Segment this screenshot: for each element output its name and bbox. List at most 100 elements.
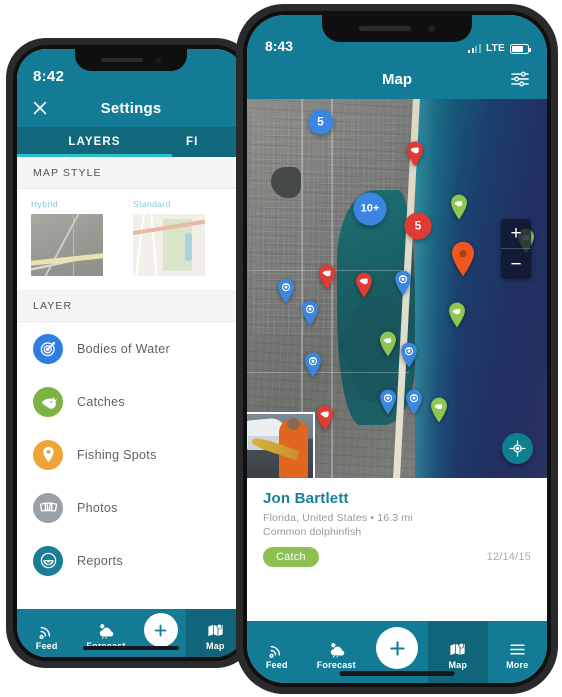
map-cluster-badge[interactable]: 5 [308, 109, 333, 135]
map-cluster-badge[interactable]: 10+ [353, 192, 387, 226]
nav-item-feed[interactable]: Feed [17, 609, 76, 657]
layer-list: Bodies of Water Catches Fishing Spots Ph… [17, 322, 245, 587]
status-badge: Catch [263, 547, 319, 567]
layer-item-fishing-spots[interactable]: Fishing Spots [17, 428, 245, 481]
map-style-hybrid-label: Hybrid [31, 199, 58, 209]
layer-label: Bodies of Water [77, 341, 170, 356]
status-indicators: LTE [468, 43, 531, 54]
layer-label: Reports [77, 553, 123, 568]
tab-layers[interactable]: LAYERS [17, 127, 172, 157]
map-pin-red[interactable] [355, 272, 374, 298]
nav-label: Map [206, 641, 225, 651]
catch-photo-thumbnail[interactable] [247, 412, 315, 478]
map-pin-blue[interactable] [277, 278, 296, 304]
home-indicator [83, 646, 179, 650]
map-style-standard-label: Standard [133, 199, 171, 209]
map-pin-blue[interactable] [404, 389, 423, 415]
layer-item-reports[interactable]: Reports [17, 534, 245, 587]
layer-section-header: LAYER [17, 290, 245, 322]
close-icon[interactable] [29, 97, 51, 119]
catch-location: Florida, United States • 16.3 mi [263, 512, 413, 524]
zoom-in-button[interactable]: + [501, 219, 531, 249]
map-pin-green[interactable] [449, 194, 468, 220]
earpiece-speaker [100, 58, 143, 62]
screenshot-stage: 8:42 Settings LAYERS FI MAP STYLE Hybrid… [0, 0, 562, 697]
tab-fi[interactable]: FI [172, 127, 245, 157]
map-lake [271, 167, 301, 198]
catch-meta-row: Catch 12/14/15 [263, 547, 531, 567]
battery-icon [510, 43, 531, 54]
layer-item-photos[interactable]: Photos [17, 481, 245, 534]
front-camera [426, 24, 436, 33]
map-view[interactable]: 5 10+ 5 + − [247, 99, 547, 478]
map-pin-blue[interactable] [400, 342, 419, 368]
status-time: 8:42 [33, 68, 65, 85]
reports-icon [33, 545, 63, 576]
filter-sliders-icon[interactable] [509, 68, 531, 90]
left-phone-notch [75, 49, 187, 71]
catch-date: 12/14/15 [486, 551, 531, 563]
locate-crosshair-icon[interactable] [502, 433, 533, 464]
map-pin-red[interactable] [316, 405, 335, 431]
layer-label: Fishing Spots [77, 447, 157, 462]
map-pin-blue[interactable] [394, 270, 413, 296]
left-navigation-bar: Settings [17, 89, 245, 127]
home-indicator [339, 671, 455, 676]
add-button[interactable] [143, 613, 178, 647]
map-style-hybrid[interactable]: Hybrid [31, 199, 103, 276]
map-style-standard[interactable]: Standard [133, 199, 205, 276]
layer-item-bodies-of-water[interactable]: Bodies of Water [17, 322, 245, 375]
angler-name: Jon Bartlett [263, 490, 349, 507]
earpiece-speaker [358, 26, 411, 31]
layer-label: Catches [77, 394, 125, 409]
right-phone-bezel: 8:43 LTE Map 5 10+ 5 + − Jon Bartlett Fl… [243, 11, 551, 687]
map-zoom-controls[interactable]: + − [501, 219, 531, 279]
nav-label: Map [448, 660, 468, 670]
right-phone-device: 8:43 LTE Map 5 10+ 5 + − Jon Bartlett Fl… [236, 4, 558, 694]
map-style-hybrid-thumbnail [31, 214, 103, 276]
layer-label: Photos [77, 500, 118, 515]
signal-bars-icon [468, 44, 481, 53]
map-pin-orange[interactable] [450, 241, 476, 277]
nav-label: Feed [265, 660, 288, 670]
catch-detail-card[interactable]: Jon Bartlett Florida, United States • 16… [247, 478, 547, 577]
bodies-of-water-icon [33, 333, 63, 364]
nav-item-more[interactable]: More [488, 621, 548, 683]
nav-label: Feed [35, 641, 58, 651]
add-button[interactable] [376, 627, 418, 669]
nav-label: Forecast [316, 660, 356, 670]
map-pin-icon [33, 439, 63, 470]
nav-item-feed[interactable]: Feed [247, 621, 307, 683]
left-phone-device: 8:42 Settings LAYERS FI MAP STYLE Hybrid… [6, 38, 256, 668]
map-pin-red[interactable] [406, 141, 425, 167]
left-phone-bezel: 8:42 Settings LAYERS FI MAP STYLE Hybrid… [13, 45, 249, 661]
carrier-label: LTE [485, 43, 505, 54]
map-pin-green[interactable] [430, 397, 449, 423]
catch-species: Common dolphinfish [263, 526, 362, 538]
page-title: Settings [100, 99, 162, 117]
photos-icon [33, 492, 63, 523]
map-pin-green[interactable] [448, 302, 467, 328]
map-pin-blue[interactable] [304, 352, 323, 378]
map-pin-blue[interactable] [301, 300, 320, 326]
left-phone-screen: 8:42 Settings LAYERS FI MAP STYLE Hybrid… [17, 49, 245, 657]
page-title: Map [382, 70, 412, 88]
front-camera [154, 56, 162, 64]
right-phone-screen: 8:43 LTE Map 5 10+ 5 + − Jon Bartlett Fl… [247, 15, 547, 683]
status-time: 8:43 [265, 38, 294, 54]
map-style-section-header: MAP STYLE [17, 157, 245, 189]
fish-hook-icon [33, 386, 63, 417]
map-style-standard-thumbnail [133, 214, 205, 276]
layer-item-catches[interactable]: Catches [17, 375, 245, 428]
right-navigation-bar: Map [247, 59, 547, 99]
settings-tab-bar: LAYERS FI [17, 127, 245, 157]
map-pin-green[interactable] [379, 331, 398, 357]
map-pin-red[interactable] [317, 264, 336, 290]
map-road [247, 371, 409, 374]
map-pin-blue[interactable] [379, 389, 398, 415]
zoom-out-button[interactable]: − [501, 249, 531, 279]
right-phone-notch [322, 15, 472, 42]
nav-label: More [506, 660, 529, 670]
map-style-options: Hybrid Standard [17, 189, 245, 290]
map-cluster-badge[interactable]: 5 [404, 212, 432, 240]
